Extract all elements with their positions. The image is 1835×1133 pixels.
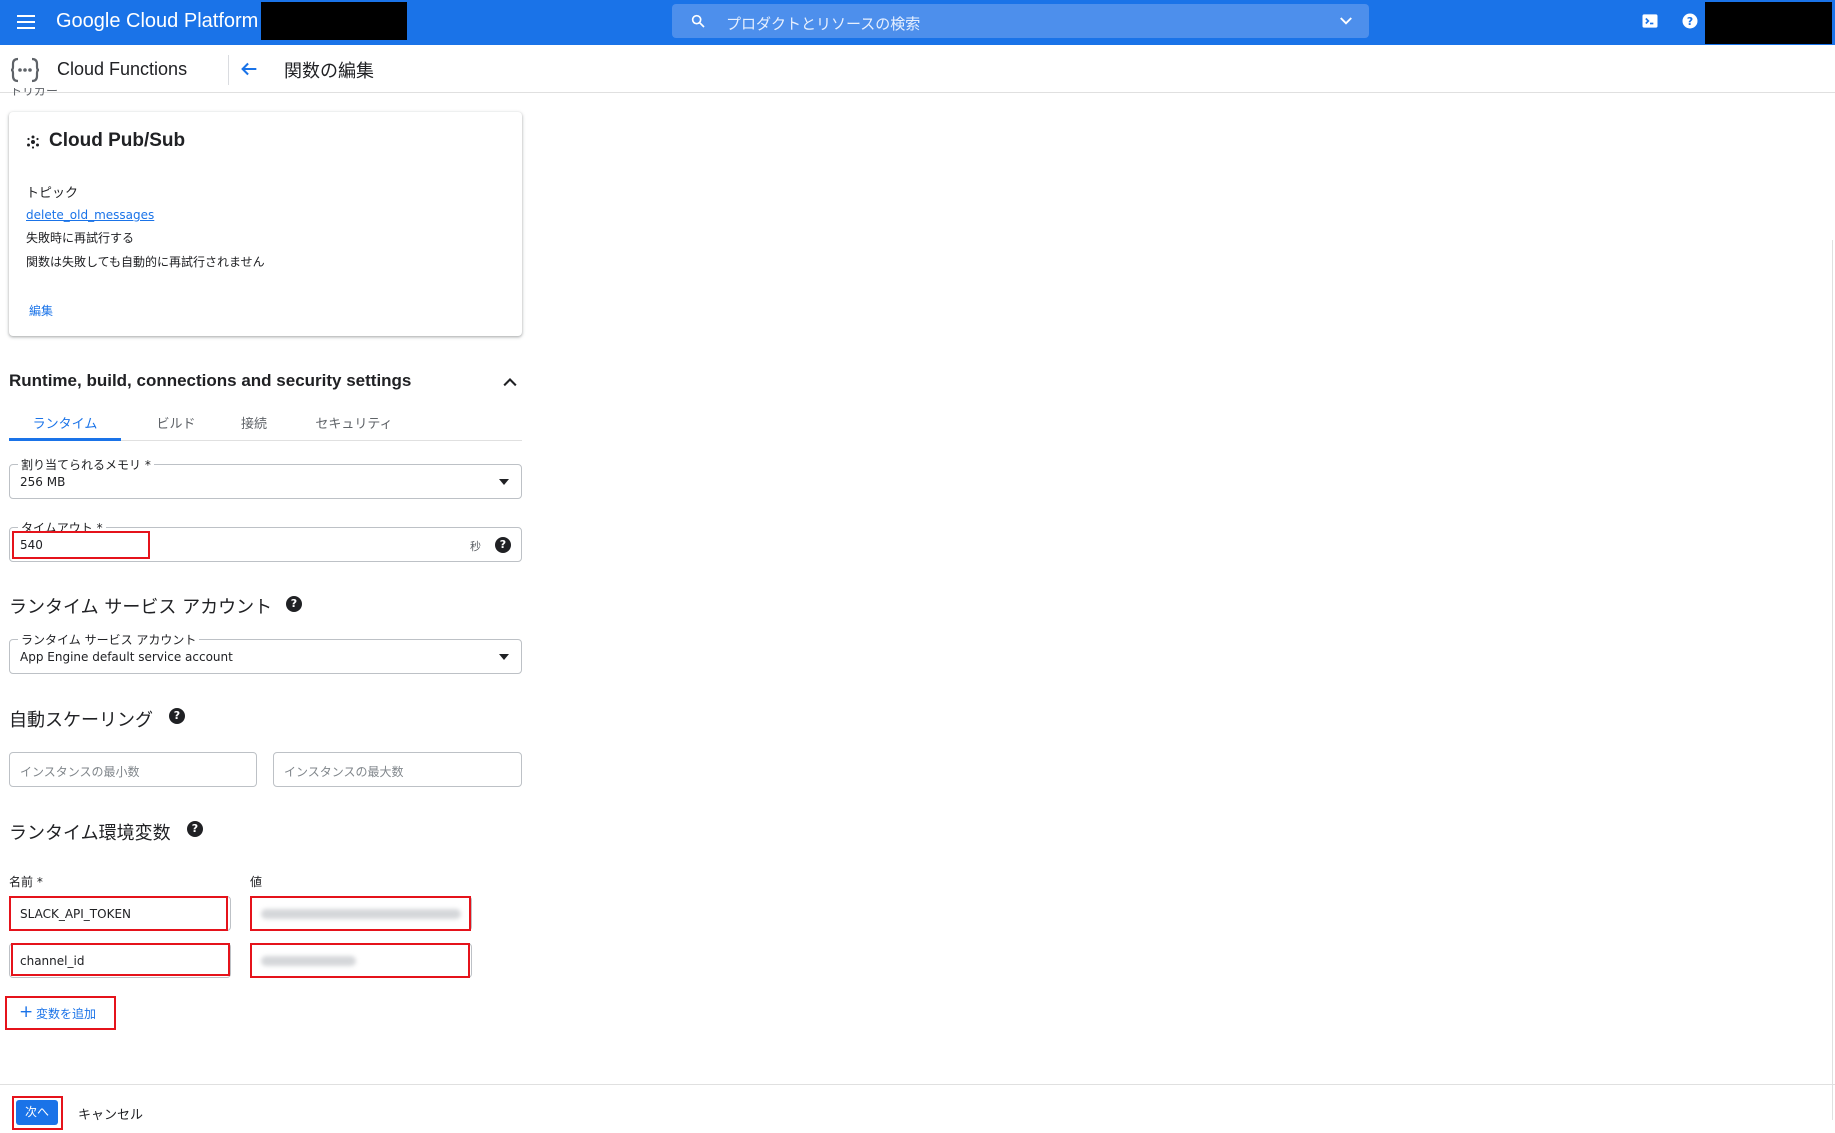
page-header: Cloud Functions 関数の編集 xyxy=(0,45,1835,93)
help-circle-icon[interactable]: ? xyxy=(286,596,302,612)
memory-value: 256 MB xyxy=(20,475,66,489)
max-instances-placeholder: インスタンスの最大数 xyxy=(284,765,404,779)
tab-security[interactable]: セキュリティ xyxy=(299,413,409,432)
service-account-select[interactable]: ランタイム サービス アカウント App Engine default serv… xyxy=(9,631,522,674)
max-instances-input[interactable]: インスタンスの最大数 xyxy=(273,752,522,787)
svg-text:?: ? xyxy=(1687,15,1693,28)
trigger-card: Cloud Pub/Sub トピック delete_old_messages 失… xyxy=(9,112,522,336)
help-icon[interactable]: ? xyxy=(1680,11,1700,31)
help-circle-icon[interactable]: ? xyxy=(169,708,185,724)
cancel-button[interactable]: キャンセル xyxy=(78,1104,143,1123)
settings-tabs: ランタイム ビルド 接続 セキュリティ xyxy=(9,405,522,441)
tab-build[interactable]: ビルド xyxy=(136,413,216,432)
memory-label: 割り当てられるメモリ * xyxy=(18,456,154,473)
annotation-highlight-box xyxy=(11,943,230,976)
annotation-highlight-box xyxy=(5,996,116,1030)
trigger-type: Cloud Pub/Sub xyxy=(49,130,186,151)
env-vars-section-title: ランタイム環境変数 xyxy=(9,823,171,844)
active-tab-indicator xyxy=(9,438,121,441)
dropdown-arrow-icon xyxy=(499,479,509,485)
brand-title[interactable]: Google Cloud Platform xyxy=(56,10,258,33)
pubsub-icon xyxy=(27,135,39,149)
min-instances-input[interactable]: インスタンスの最小数 xyxy=(9,752,257,787)
dropdown-arrow-icon xyxy=(499,654,509,660)
chevron-down-icon[interactable] xyxy=(1337,12,1355,30)
tab-runtime[interactable]: ランタイム xyxy=(9,413,121,432)
tab-connections[interactable]: 接続 xyxy=(219,413,289,432)
page-title: 関数の編集 xyxy=(284,61,374,82)
cloud-shell-icon[interactable] xyxy=(1640,11,1660,31)
min-instances-placeholder: インスタンスの最小数 xyxy=(20,765,140,779)
product-title: Cloud Functions xyxy=(57,59,188,79)
autoscaling-section-title: 自動スケーリング xyxy=(9,710,153,731)
account-avatar-redacted[interactable] xyxy=(1705,2,1832,44)
annotation-highlight-box xyxy=(12,531,150,559)
search-placeholder: プロダクトとリソースの検索 xyxy=(726,15,921,33)
hamburger-menu-icon[interactable] xyxy=(14,10,38,34)
chevron-up-icon[interactable] xyxy=(500,372,520,392)
help-circle-icon[interactable]: ? xyxy=(495,537,511,553)
retry-label: 失敗時に再試行する xyxy=(26,231,135,245)
back-arrow-icon[interactable] xyxy=(238,58,260,80)
timeout-unit: 秒 xyxy=(470,540,481,553)
service-account-section-title: ランタイム サービス アカウント xyxy=(9,597,273,618)
scrollbar-track[interactable] xyxy=(1832,240,1833,1120)
topic-label: トピック xyxy=(26,186,79,201)
settings-section-title[interactable]: Runtime, build, connections and security… xyxy=(9,371,411,391)
service-account-label: ランタイム サービス アカウント xyxy=(18,631,200,648)
retry-description: 関数は失敗しても自動的に再試行されません xyxy=(26,255,265,269)
annotation-highlight-box xyxy=(250,896,471,931)
help-circle-icon[interactable]: ? xyxy=(187,821,203,837)
annotation-highlight-box xyxy=(250,943,470,978)
cloud-functions-logo-icon xyxy=(10,57,40,83)
service-account-value: App Engine default service account xyxy=(20,650,233,664)
search-icon xyxy=(691,14,705,28)
annotation-highlight-box xyxy=(9,896,228,931)
memory-select[interactable]: 割り当てられるメモリ * 256 MB xyxy=(9,456,522,499)
edit-trigger-button[interactable]: 編集 xyxy=(29,302,53,319)
trigger-section-label: トリガー xyxy=(10,88,59,96)
topic-link[interactable]: delete_old_messages xyxy=(26,208,154,222)
search-bar[interactable]: プロダクトとリソースの検索 xyxy=(672,4,1369,38)
env-name-header: 名前 * xyxy=(9,875,43,889)
env-value-header: 値 xyxy=(250,875,263,889)
header-divider xyxy=(228,55,229,85)
footer-divider xyxy=(0,1084,1835,1085)
annotation-highlight-box xyxy=(12,1096,63,1130)
project-selector-redacted[interactable] xyxy=(261,2,407,40)
top-app-bar: Google Cloud Platform プロダクトとリソースの検索 ? xyxy=(0,0,1835,45)
